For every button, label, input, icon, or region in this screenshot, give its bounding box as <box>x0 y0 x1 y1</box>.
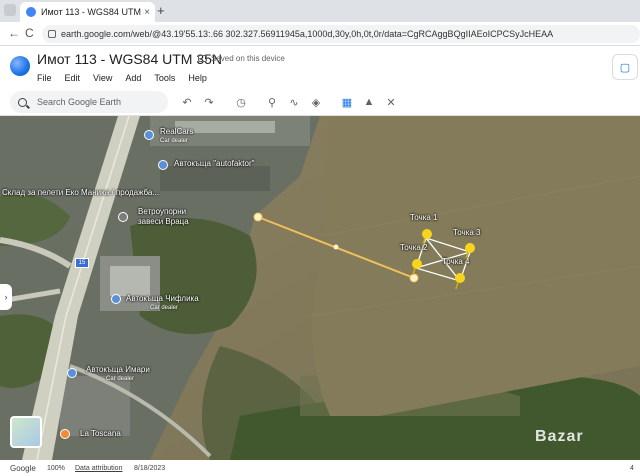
side-panel-button[interactable]: ▢ <box>612 54 638 80</box>
menu-view[interactable]: View <box>93 73 112 83</box>
place-category: Car dealer <box>106 376 135 382</box>
redo-icon[interactable]: ↷ <box>200 93 218 111</box>
undo-icon[interactable]: ↶ <box>178 93 196 111</box>
point-label[interactable]: Точка 1 <box>410 213 438 222</box>
tools-icon[interactable]: ✕ <box>382 93 400 111</box>
browser-address-bar: ← C earth.google.com/web/@43.19'55.13:.6… <box>0 22 640 46</box>
route-shield: 15 <box>75 258 89 268</box>
satellite-map[interactable]: Точка 1 Точка 2 Точка 3 Точка 4 RealCars… <box>0 116 640 460</box>
business-pin-icon[interactable] <box>118 212 128 222</box>
point-label[interactable]: Точка 3 <box>453 228 481 237</box>
data-attribution-link[interactable]: Data attribution <box>75 465 122 472</box>
url-input[interactable]: earth.google.com/web/@43.19'55.13:.66 30… <box>42 25 640 43</box>
search-input[interactable]: Search Google Earth <box>10 91 168 113</box>
google-earth-favicon-icon <box>26 7 36 17</box>
browser-tab-bar: Имот 113 - WGS84 UTM 35N × + <box>0 0 640 22</box>
point-label[interactable]: Точка 4 <box>442 257 470 266</box>
menu-help[interactable]: Help <box>188 73 207 83</box>
altitude-readout: 4 <box>630 464 634 472</box>
car-dealer-pin-icon[interactable] <box>111 294 121 304</box>
menu-edit[interactable]: Edit <box>65 73 81 83</box>
save-status-text: Saved on this device <box>211 54 285 63</box>
path-icon[interactable]: ∿ <box>285 93 303 111</box>
map-style-thumbnail[interactable] <box>10 416 42 448</box>
zoom-level: 100% <box>47 464 65 472</box>
placemark-icon[interactable]: ⚲ <box>263 93 281 111</box>
car-dealer-pin-icon[interactable] <box>158 160 168 170</box>
place-label[interactable]: Автокъща "autofaktor" <box>174 159 254 168</box>
watermark: Bazar <box>535 428 584 445</box>
google-earth-logo-icon <box>10 56 30 76</box>
tab-close-icon[interactable]: × <box>144 7 150 18</box>
ruler-icon[interactable]: ▦ <box>338 93 356 111</box>
pushpin-icon[interactable] <box>410 259 424 275</box>
place-label[interactable]: Автокъща Имари <box>86 365 150 374</box>
reload-icon[interactable]: C <box>25 26 34 40</box>
site-info-icon[interactable] <box>48 30 56 38</box>
place-label[interactable]: RealCars <box>160 127 193 136</box>
save-status: Saved on this device <box>198 54 285 63</box>
menu-tools[interactable]: Tools <box>154 73 175 83</box>
restaurant-pin-icon[interactable] <box>60 429 70 439</box>
map-imagery <box>0 116 640 460</box>
search-placeholder: Search Google Earth <box>37 97 122 107</box>
place-label[interactable]: La Toscana <box>80 429 121 438</box>
point-label[interactable]: Точка 2 <box>400 243 428 252</box>
menu-file[interactable]: File <box>37 73 52 83</box>
pushpin-icon[interactable] <box>453 273 467 289</box>
place-category: Car dealer <box>150 305 179 311</box>
back-icon[interactable]: ← <box>8 26 20 40</box>
earth-toolbar: Search Google Earth ↶ ↷ ◷ ⚲ ∿ ◈ ▦ ▲ ✕ <box>0 88 640 116</box>
car-dealer-pin-icon[interactable] <box>144 130 154 140</box>
place-label[interactable]: Ветроупорни завеси Враца <box>138 207 208 227</box>
place-label[interactable]: Склад за пелети Еко Маника / продажба... <box>2 188 159 197</box>
google-logo: Google <box>10 463 36 473</box>
search-icon <box>18 97 27 107</box>
new-tab-button[interactable]: + <box>157 3 165 18</box>
menu-bar: File Edit View Add Tools Help <box>37 73 207 83</box>
layers-icon[interactable]: ◈ <box>307 93 325 111</box>
image-icon[interactable]: ▲ <box>360 93 378 111</box>
imagery-date: 8/18/2023 <box>134 464 166 472</box>
history-icon[interactable]: ◷ <box>232 93 250 111</box>
tab-search-icon[interactable] <box>4 4 16 16</box>
expand-panel-button[interactable]: › <box>0 284 12 310</box>
document-title[interactable]: Имот 113 - WGS84 UTM 35N <box>37 51 222 67</box>
car-dealer-pin-icon[interactable] <box>67 368 77 378</box>
saved-device-icon <box>198 55 207 62</box>
menu-add[interactable]: Add <box>125 73 141 83</box>
place-label[interactable]: Автокъща Чифлика <box>126 294 199 303</box>
place-category: Car dealer <box>160 138 189 144</box>
app-header: Имот 113 - WGS84 UTM 35N Saved on this d… <box>0 46 640 88</box>
status-bar: Google 100% Data attribution 8/18/2023 4 <box>0 460 640 476</box>
url-text: earth.google.com/web/@43.19'55.13:.66 30… <box>61 29 554 39</box>
browser-tab[interactable]: Имот 113 - WGS84 UTM 35N × <box>20 2 155 22</box>
tab-title: Имот 113 - WGS84 UTM 35N <box>41 7 144 17</box>
